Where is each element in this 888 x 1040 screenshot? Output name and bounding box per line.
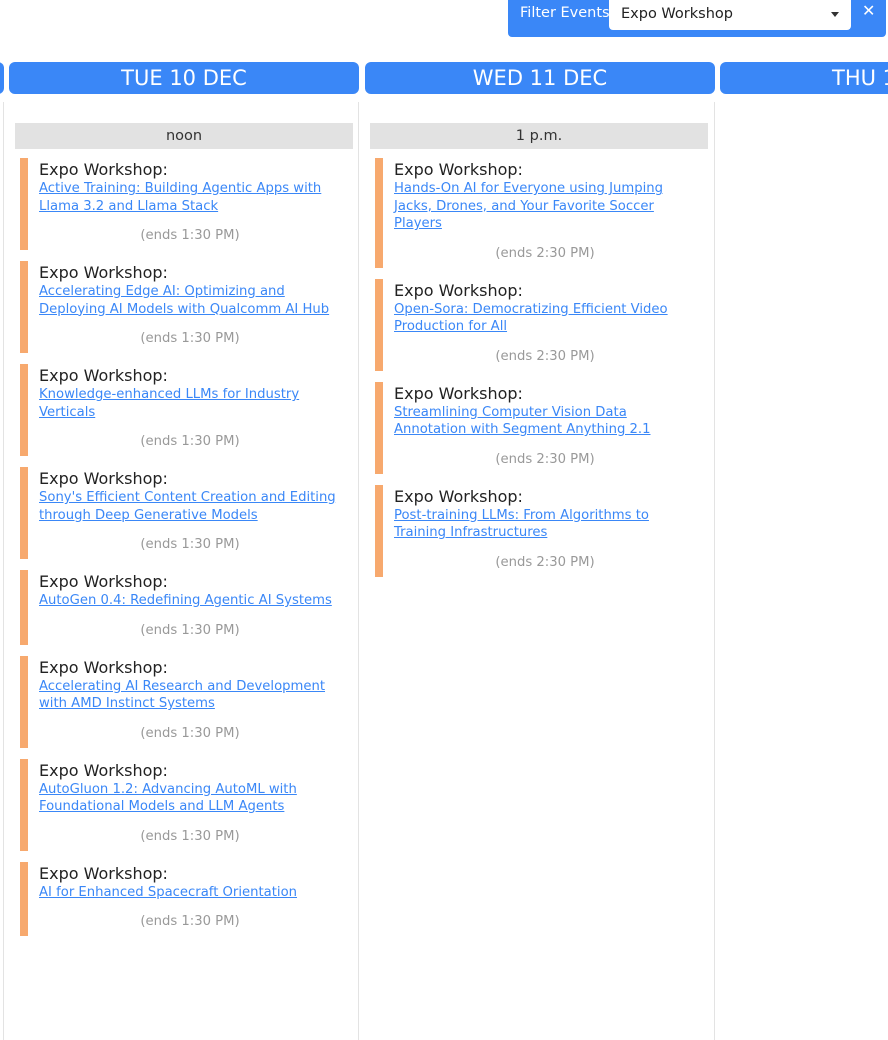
event-end-time: (ends 1:30 PM) xyxy=(140,537,240,552)
filter-events-label: Filter Events xyxy=(520,5,610,21)
day-column-tue: noon Expo Workshop: Active Training: Bui… xyxy=(15,123,353,947)
event-color-bar xyxy=(375,484,383,577)
event-type: Expo Workshop: xyxy=(39,469,168,488)
column-divider xyxy=(358,102,359,1040)
event-end-time: (ends 2:30 PM) xyxy=(495,554,595,570)
event-color-bar xyxy=(375,381,383,474)
event-type: Expo Workshop: xyxy=(39,863,168,883)
event-title-link[interactable]: Accelerating Edge AI: Optimizing and Dep… xyxy=(39,283,341,318)
event-type: Expo Workshop: xyxy=(39,657,168,677)
event-card: Expo Workshop: Open-Sora: Democratizing … xyxy=(370,278,708,371)
day-header-prev xyxy=(0,62,4,94)
event-title-link[interactable]: Accelerating AI Research and Development… xyxy=(39,678,341,713)
event-card: Expo Workshop: Accelerating AI Research … xyxy=(15,655,353,748)
event-type: Expo Workshop: xyxy=(394,160,523,179)
event-color-bar xyxy=(20,364,28,456)
event-card: Expo Workshop: Sony's Efficient Content … xyxy=(15,467,353,559)
event-card: Expo Workshop: Knowledge-enhanced LLMs f… xyxy=(15,364,353,456)
event-color-bar xyxy=(20,861,28,936)
event-title-link[interactable]: Sony's Efficient Content Creation and Ed… xyxy=(39,489,341,524)
event-type: Expo Workshop: xyxy=(394,486,523,506)
filter-events-select[interactable]: Expo Workshop xyxy=(609,0,851,30)
event-title-link[interactable]: Knowledge-enhanced LLMs for Industry Ver… xyxy=(39,386,341,421)
event-end-time: (ends 2:30 PM) xyxy=(495,245,595,261)
event-end-time: (ends 1:30 PM) xyxy=(140,828,240,844)
event-title-link[interactable]: Post-training LLMs: From Algorithms to T… xyxy=(394,507,696,542)
caret-down-icon xyxy=(831,12,839,17)
time-slot-label: noon xyxy=(15,123,353,149)
event-end-time: (ends 2:30 PM) xyxy=(495,348,595,364)
event-type: Expo Workshop: xyxy=(39,263,168,282)
event-end-time: (ends 1:30 PM) xyxy=(140,228,240,243)
event-end-time: (ends 1:30 PM) xyxy=(140,331,240,346)
event-card: Expo Workshop: AutoGen 0.4: Redefining A… xyxy=(15,570,353,645)
event-title-link[interactable]: AI for Enhanced Spacecraft Orientation xyxy=(39,884,341,902)
event-type: Expo Workshop: xyxy=(394,383,523,403)
event-color-bar xyxy=(20,570,28,645)
event-type: Expo Workshop: xyxy=(39,366,168,385)
event-color-bar xyxy=(20,261,28,353)
event-type: Expo Workshop: xyxy=(39,760,168,780)
event-card: Expo Workshop: Active Training: Building… xyxy=(15,158,353,250)
column-divider xyxy=(714,102,715,1040)
event-title-link[interactable]: Open-Sora: Democratizing Efficient Video… xyxy=(394,301,696,336)
column-divider xyxy=(3,102,4,1040)
event-card: Expo Workshop: AutoGluon 1.2: Advancing … xyxy=(15,758,353,851)
event-card: Expo Workshop: Accelerating Edge AI: Opt… xyxy=(15,261,353,353)
event-type: Expo Workshop: xyxy=(39,572,168,591)
time-slot-label: 1 p.m. xyxy=(370,123,708,149)
event-color-bar xyxy=(20,758,28,851)
day-column-wed: 1 p.m. Expo Workshop: Hands-On AI for Ev… xyxy=(370,123,708,588)
day-header-thu: THU 12 DEC xyxy=(720,62,888,94)
event-title-link[interactable]: Active Training: Building Agentic Apps w… xyxy=(39,180,341,215)
event-type: Expo Workshop: xyxy=(394,280,523,300)
event-color-bar xyxy=(20,467,28,559)
event-color-bar xyxy=(375,158,383,268)
event-card: Expo Workshop: Hands-On AI for Everyone … xyxy=(370,158,708,268)
event-card: Expo Workshop: AI for Enhanced Spacecraf… xyxy=(15,861,353,936)
close-icon[interactable]: ✕ xyxy=(862,2,875,20)
filter-selected-value: Expo Workshop xyxy=(621,6,733,22)
event-color-bar xyxy=(20,655,28,748)
event-end-time: (ends 1:30 PM) xyxy=(140,914,240,929)
event-title-link[interactable]: AutoGen 0.4: Redefining Agentic AI Syste… xyxy=(39,592,341,610)
event-title-link[interactable]: Hands-On AI for Everyone using Jumping J… xyxy=(394,180,696,233)
day-header-wed: WED 11 DEC xyxy=(365,62,715,94)
event-title-link[interactable]: AutoGluon 1.2: Advancing AutoML with Fou… xyxy=(39,781,341,816)
event-end-time: (ends 1:30 PM) xyxy=(140,434,240,449)
event-end-time: (ends 1:30 PM) xyxy=(140,622,240,638)
event-card: Expo Workshop: Post-training LLMs: From … xyxy=(370,484,708,577)
event-end-time: (ends 2:30 PM) xyxy=(495,451,595,467)
filter-events-bar: Filter Events Expo Workshop ✕ xyxy=(508,0,886,37)
event-title-link[interactable]: Streamlining Computer Vision Data Annota… xyxy=(394,404,696,439)
day-header-tue: TUE 10 DEC xyxy=(9,62,359,94)
event-end-time: (ends 1:30 PM) xyxy=(140,725,240,741)
event-color-bar xyxy=(20,158,28,250)
event-color-bar xyxy=(375,278,383,371)
event-type: Expo Workshop: xyxy=(39,160,168,179)
event-card: Expo Workshop: Streamlining Computer Vis… xyxy=(370,381,708,474)
